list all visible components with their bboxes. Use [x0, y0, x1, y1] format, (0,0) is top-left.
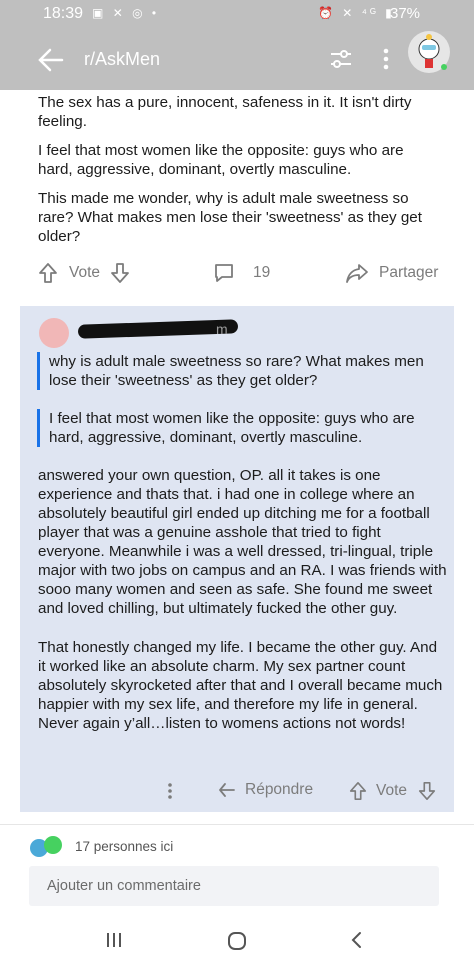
- alarm-icon: ⏰: [318, 6, 336, 20]
- upvote-icon[interactable]: [348, 781, 368, 801]
- kebab-icon: [168, 783, 172, 799]
- post-actions: Vote 19 Partager: [0, 258, 474, 288]
- comment-vote-group: Vote: [348, 781, 437, 801]
- share-button[interactable]: Partager: [345, 262, 438, 284]
- notification-icons: ▣ ✕ ◎ •: [92, 6, 159, 20]
- post-vote-label: Vote: [69, 264, 101, 281]
- instagram-icon: ◎: [132, 6, 146, 20]
- comment-age: m: [216, 321, 228, 337]
- post-vote-group: Vote: [38, 262, 130, 284]
- comment-quote: why is adult male sweetness so rare? Wha…: [37, 352, 449, 390]
- commenter-avatar[interactable]: [39, 318, 69, 348]
- snoo-avatar-icon[interactable]: [407, 30, 451, 74]
- recent-apps-icon[interactable]: [104, 930, 124, 950]
- screenshot-icon: ▣: [92, 6, 107, 20]
- comment-actions: Répondre Vote: [20, 778, 454, 804]
- battery-level: 37%: [390, 5, 421, 22]
- back-icon[interactable]: [348, 930, 366, 950]
- presence-avatars-icon: [30, 836, 62, 857]
- app-bar: r/AskMen: [0, 30, 474, 90]
- comment-paragraph: answered your own question, OP. all it t…: [38, 467, 447, 617]
- redacted-username: [77, 319, 239, 339]
- downvote-icon[interactable]: [417, 781, 437, 801]
- system-nav-bar: [0, 916, 474, 969]
- reply-button[interactable]: Répondre: [217, 781, 313, 799]
- divider: [0, 824, 474, 825]
- add-comment-field[interactable]: Ajouter un commentaire: [29, 866, 439, 906]
- post-paragraph: The sex has a pure, innocent, safeness i…: [38, 94, 412, 130]
- arrow-left-icon[interactable]: [36, 46, 66, 74]
- add-comment-placeholder: Ajouter un commentaire: [47, 878, 201, 894]
- comment-bubble-icon: [215, 264, 233, 282]
- dot-icon: •: [151, 6, 160, 20]
- comment-vote-label: Vote: [376, 782, 408, 799]
- share-label: Partager: [379, 264, 439, 281]
- comment-body: answered your own question, OP. all it t…: [38, 466, 448, 753]
- system-icons: ⏰ ✕ ⁴ᴳ ▮: [318, 6, 395, 20]
- sliders-icon[interactable]: [328, 46, 354, 72]
- presence-count: 17 personnes ici: [75, 839, 174, 854]
- subreddit-title[interactable]: r/AskMen: [84, 49, 160, 70]
- comments-button[interactable]: 19: [213, 262, 270, 284]
- downvote-icon[interactable]: [110, 262, 130, 284]
- sync-icon: ✕: [112, 6, 126, 20]
- post-paragraph: This made me wonder, why is adult male s…: [38, 190, 422, 245]
- kebab-icon[interactable]: [377, 46, 395, 72]
- upvote-icon[interactable]: [38, 262, 58, 284]
- share-arrow-icon: [346, 264, 368, 283]
- status-bar: 18:39 ▣ ✕ ◎ • ⏰ ✕ ⁴ᴳ ▮ 37%: [0, 0, 474, 30]
- comment-card: m why is adult male sweetness so rare? W…: [20, 306, 454, 812]
- 4g-icon: ⁴ᴳ: [361, 6, 379, 20]
- comment-quote: I feel that most women like the opposite…: [37, 409, 449, 447]
- post-paragraph: I feel that most women like the opposite…: [38, 142, 404, 178]
- status-time: 18:39: [43, 5, 84, 22]
- reply-label: Répondre: [245, 781, 314, 798]
- post-body: The sex has a pure, innocent, safeness i…: [38, 93, 438, 256]
- home-icon[interactable]: [226, 930, 248, 952]
- comment-more-button[interactable]: [166, 781, 174, 801]
- comment-count: 19: [253, 264, 271, 281]
- mute-icon: ✕: [342, 6, 356, 20]
- comment-paragraph: That honestly changed my life. I became …: [38, 639, 443, 732]
- reply-arrow-icon: [219, 783, 235, 797]
